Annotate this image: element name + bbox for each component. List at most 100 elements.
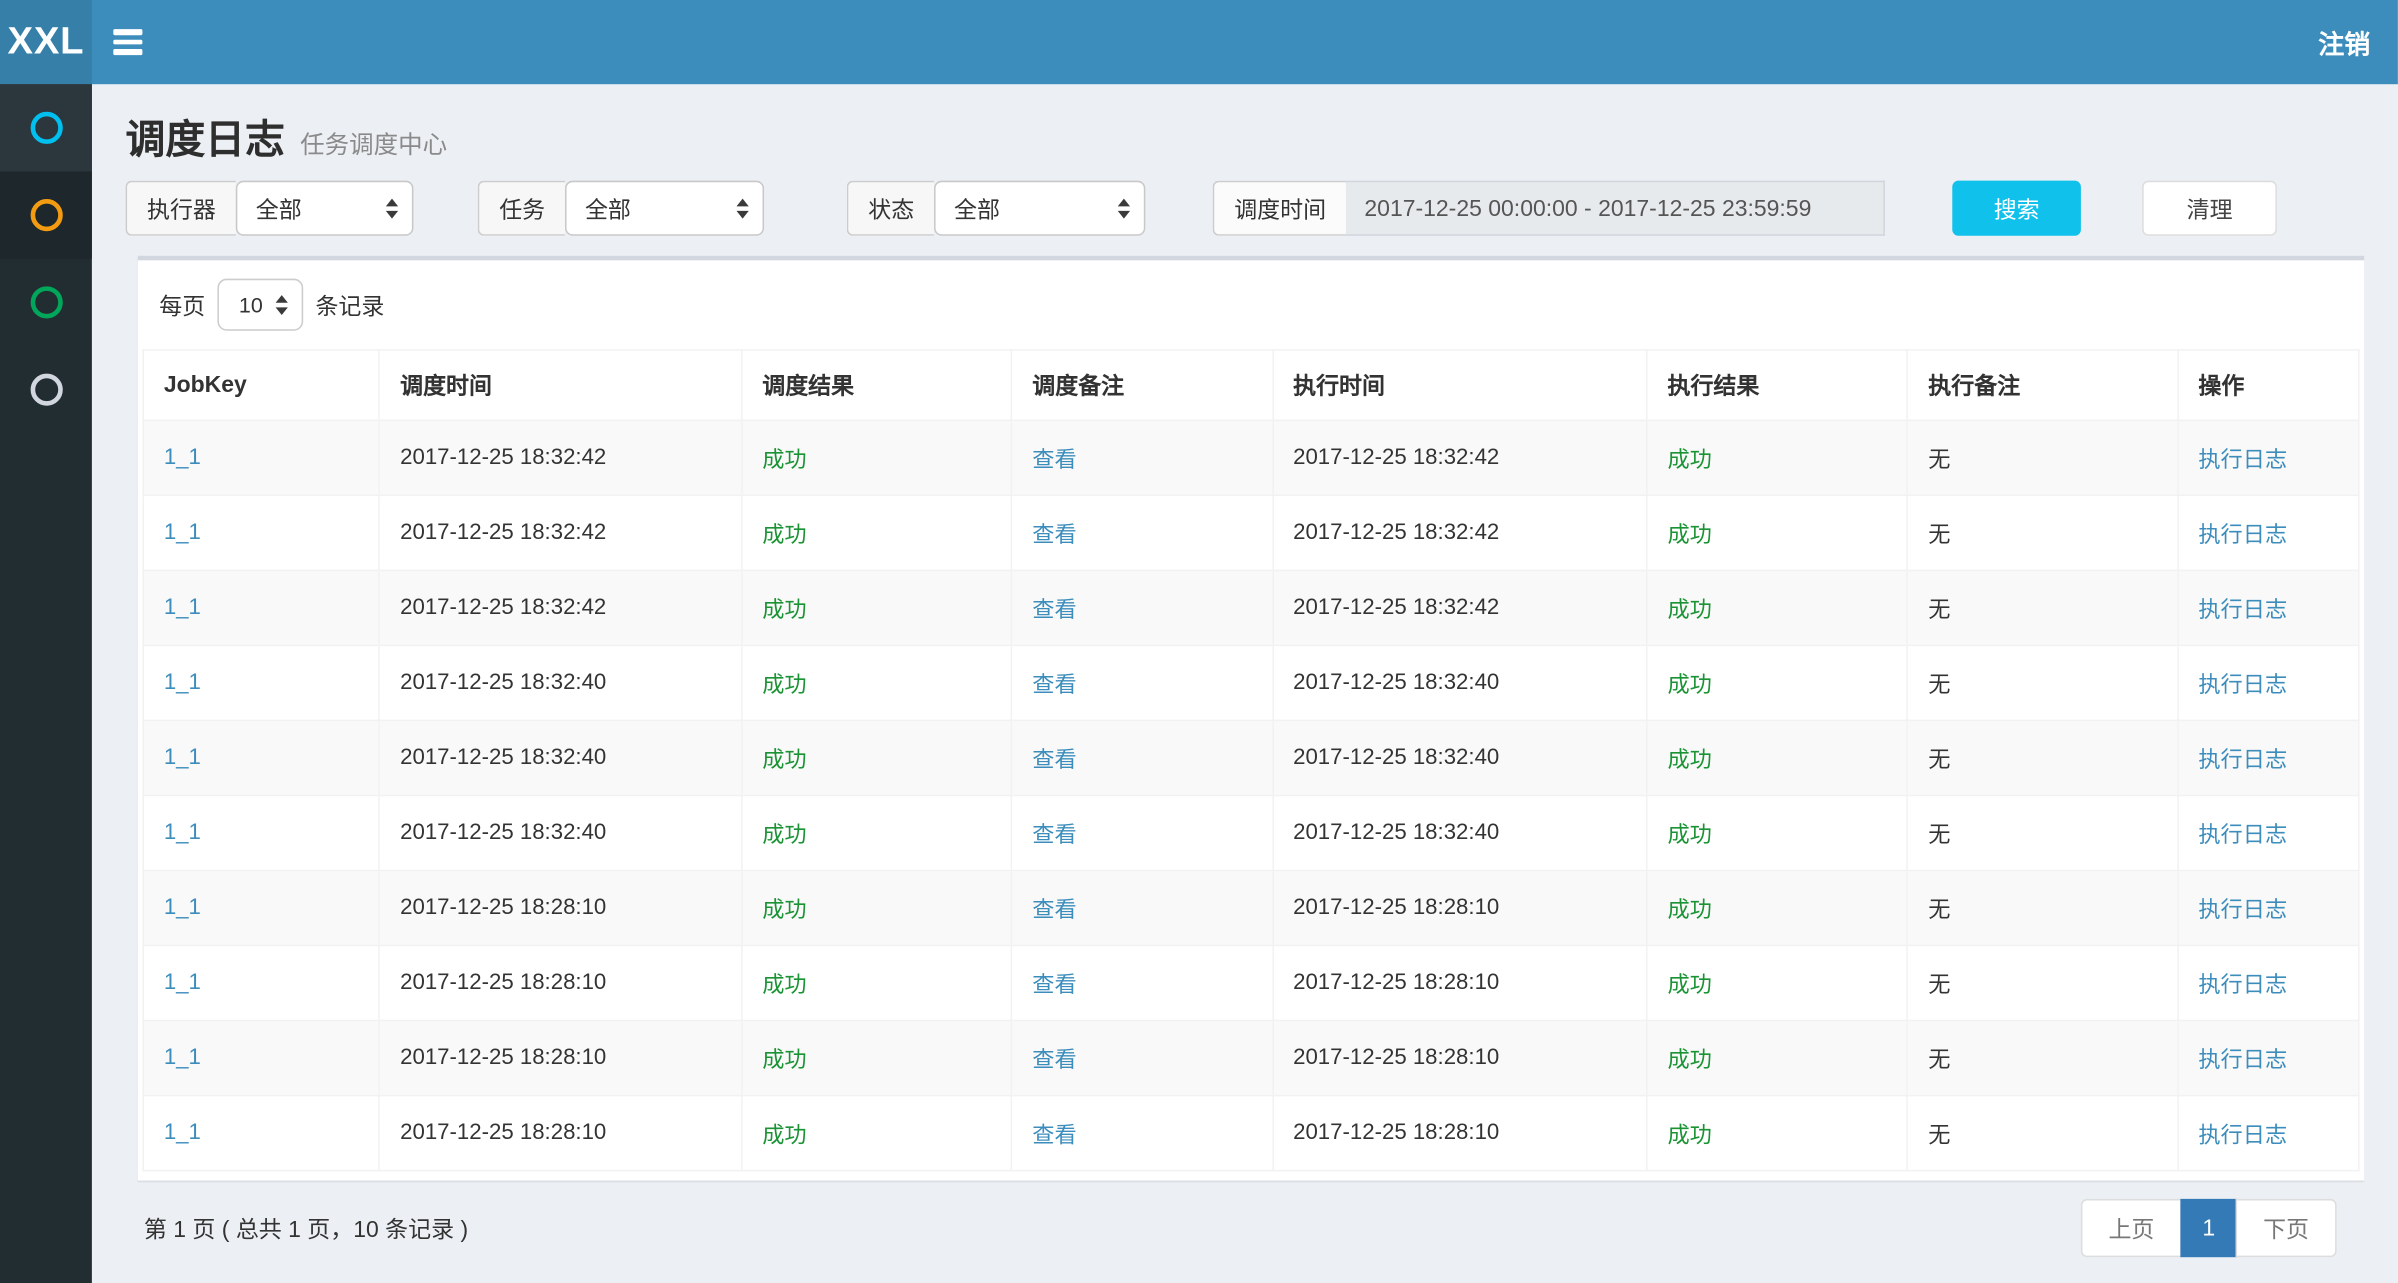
jobkey-link[interactable]: 1_1 <box>164 446 201 470</box>
logout-link[interactable]: 注销 <box>2291 0 2398 84</box>
jobkey-link[interactable]: 1_1 <box>164 596 201 620</box>
sidebar-toggle-button[interactable] <box>92 0 162 84</box>
handle-remark-cell-cell: 无 <box>1908 946 2178 1021</box>
exec-log-link[interactable]: 执行日志 <box>2198 823 2287 847</box>
circle-outline-orange-icon <box>30 199 62 231</box>
handle-result-text: 成功 <box>1667 448 1711 472</box>
exec-log-link[interactable]: 执行日志 <box>2198 1048 2287 1072</box>
status-select[interactable]: 全部 <box>934 181 1145 236</box>
trigger-time-cell-cell: 2017-12-25 18:32:42 <box>379 495 741 570</box>
column-header: JobKey <box>143 350 379 420</box>
handle-result-text-cell: 成功 <box>1647 420 1908 495</box>
trigger-time-cell: 2017-12-25 18:28:10 <box>400 1121 606 1145</box>
prev-page-button[interactable]: 上页 <box>2081 1199 2182 1257</box>
jobkey-link[interactable]: 1_1 <box>164 1121 201 1145</box>
table-row: 1_12017-12-25 18:32:40成功查看2017-12-25 18:… <box>143 645 2359 720</box>
handle-time-cell-cell: 2017-12-25 18:28:10 <box>1272 1021 1646 1096</box>
trigger-remark-link[interactable]: 查看 <box>1032 523 1076 547</box>
exec-log-link-cell: 执行日志 <box>2178 720 2359 795</box>
trigger-result-text-cell: 成功 <box>742 420 1012 495</box>
page-length-select[interactable]: 10 <box>217 279 303 331</box>
trigger-remark-link[interactable]: 查看 <box>1032 673 1076 697</box>
trigger-remark-link[interactable]: 查看 <box>1032 1048 1076 1072</box>
trigger-result-text-cell: 成功 <box>742 1021 1012 1096</box>
jobkey-link[interactable]: 1_1 <box>164 971 201 995</box>
trigger-result-text-cell: 成功 <box>742 946 1012 1021</box>
sidebar-item-circle-outline-orange[interactable] <box>0 171 92 258</box>
handle-result-text-cell: 成功 <box>1647 795 1908 870</box>
trigger-result-text-cell: 成功 <box>742 645 1012 720</box>
exec-log-link[interactable]: 执行日志 <box>2198 898 2287 922</box>
exec-log-link[interactable]: 执行日志 <box>2198 973 2287 997</box>
trigger-remark-link-cell: 查看 <box>1012 946 1273 1021</box>
exec-log-link[interactable]: 执行日志 <box>2198 673 2287 697</box>
handle-result-text: 成功 <box>1667 898 1711 922</box>
exec-log-link[interactable]: 执行日志 <box>2198 748 2287 772</box>
next-page-button[interactable]: 下页 <box>2236 1199 2337 1257</box>
handle-remark-cell: 无 <box>1928 1123 1950 1147</box>
table-row: 1_12017-12-25 18:28:10成功查看2017-12-25 18:… <box>143 1021 2359 1096</box>
search-button[interactable]: 搜索 <box>1952 181 2081 236</box>
handle-time-cell: 2017-12-25 18:32:42 <box>1293 521 1499 545</box>
table-row: 1_12017-12-25 18:28:10成功查看2017-12-25 18:… <box>143 946 2359 1021</box>
trigger-result-text: 成功 <box>762 973 806 997</box>
jobkey-link-cell: 1_1 <box>143 420 379 495</box>
select-arrows-icon <box>386 199 398 218</box>
trigger-remark-link[interactable]: 查看 <box>1032 748 1076 772</box>
jobkey-link[interactable]: 1_1 <box>164 746 201 770</box>
clear-button[interactable]: 清理 <box>2142 181 2277 236</box>
exec-log-link[interactable]: 执行日志 <box>2198 598 2287 622</box>
handle-result-text-cell: 成功 <box>1647 1096 1908 1171</box>
column-header: 执行时间 <box>1272 350 1646 420</box>
trigger-remark-link[interactable]: 查看 <box>1032 973 1076 997</box>
jobkey-link-cell: 1_1 <box>143 570 379 645</box>
executor-select[interactable]: 全部 <box>236 181 414 236</box>
trigger-remark-link[interactable]: 查看 <box>1032 823 1076 847</box>
page-length-row: 每页 10 条记录 <box>141 260 2361 349</box>
trigger-time-filter-group: 调度时间 <box>1213 181 1885 236</box>
sidebar-item-circle-outline-green[interactable] <box>0 259 92 346</box>
handle-time-cell-cell: 2017-12-25 18:32:42 <box>1272 420 1646 495</box>
exec-log-link[interactable]: 执行日志 <box>2198 1123 2287 1147</box>
job-select[interactable]: 全部 <box>565 181 764 236</box>
exec-log-link[interactable]: 执行日志 <box>2198 523 2287 547</box>
table-row: 1_12017-12-25 18:32:42成功查看2017-12-25 18:… <box>143 570 2359 645</box>
handle-result-text-cell: 成功 <box>1647 946 1908 1021</box>
handle-time-cell: 2017-12-25 18:28:10 <box>1293 971 1499 995</box>
jobkey-link[interactable]: 1_1 <box>164 821 201 845</box>
handle-time-cell: 2017-12-25 18:28:10 <box>1293 1046 1499 1070</box>
app-logo[interactable]: XXL <box>0 0 92 84</box>
handle-result-text: 成功 <box>1667 748 1711 772</box>
jobkey-link[interactable]: 1_1 <box>164 521 201 545</box>
current-page-button[interactable]: 1 <box>2180 1199 2237 1257</box>
handle-remark-cell-cell: 无 <box>1908 645 2178 720</box>
exec-log-link[interactable]: 执行日志 <box>2198 448 2287 472</box>
trigger-remark-link[interactable]: 查看 <box>1032 598 1076 622</box>
hamburger-icon <box>113 29 142 54</box>
handle-remark-cell-cell: 无 <box>1908 1021 2178 1096</box>
sidebar-item-circle-outline-gray[interactable] <box>0 346 92 433</box>
trigger-remark-link[interactable]: 查看 <box>1032 1123 1076 1147</box>
exec-log-link-cell: 执行日志 <box>2178 795 2359 870</box>
job-filter-label: 任务 <box>478 181 565 236</box>
sidebar-item-circle-outline-aqua[interactable] <box>0 84 92 171</box>
jobkey-link[interactable]: 1_1 <box>164 671 201 695</box>
handle-remark-cell: 无 <box>1928 673 1950 697</box>
handle-remark-cell: 无 <box>1928 1048 1950 1072</box>
page-length-suffix: 条记录 <box>315 289 384 321</box>
handle-result-text-cell: 成功 <box>1647 870 1908 945</box>
log-table-box: 每页 10 条记录 JobKey调度时间调度结果调度备注执行时间执行结果执行备注… <box>138 256 2364 1181</box>
trigger-remark-link-cell: 查看 <box>1012 720 1273 795</box>
trigger-remark-link[interactable]: 查看 <box>1032 898 1076 922</box>
handle-time-cell: 2017-12-25 18:28:10 <box>1293 896 1499 920</box>
handle-time-cell: 2017-12-25 18:28:10 <box>1293 1121 1499 1145</box>
column-header: 执行结果 <box>1647 350 1908 420</box>
trigger-time-range-input[interactable] <box>1346 181 1885 236</box>
trigger-remark-link[interactable]: 查看 <box>1032 448 1076 472</box>
trigger-time-cell-cell: 2017-12-25 18:32:42 <box>379 570 741 645</box>
trigger-result-text: 成功 <box>762 673 806 697</box>
table-row: 1_12017-12-25 18:28:10成功查看2017-12-25 18:… <box>143 870 2359 945</box>
jobkey-link[interactable]: 1_1 <box>164 1046 201 1070</box>
jobkey-link[interactable]: 1_1 <box>164 896 201 920</box>
job-filter-group: 任务 全部 <box>478 181 764 236</box>
